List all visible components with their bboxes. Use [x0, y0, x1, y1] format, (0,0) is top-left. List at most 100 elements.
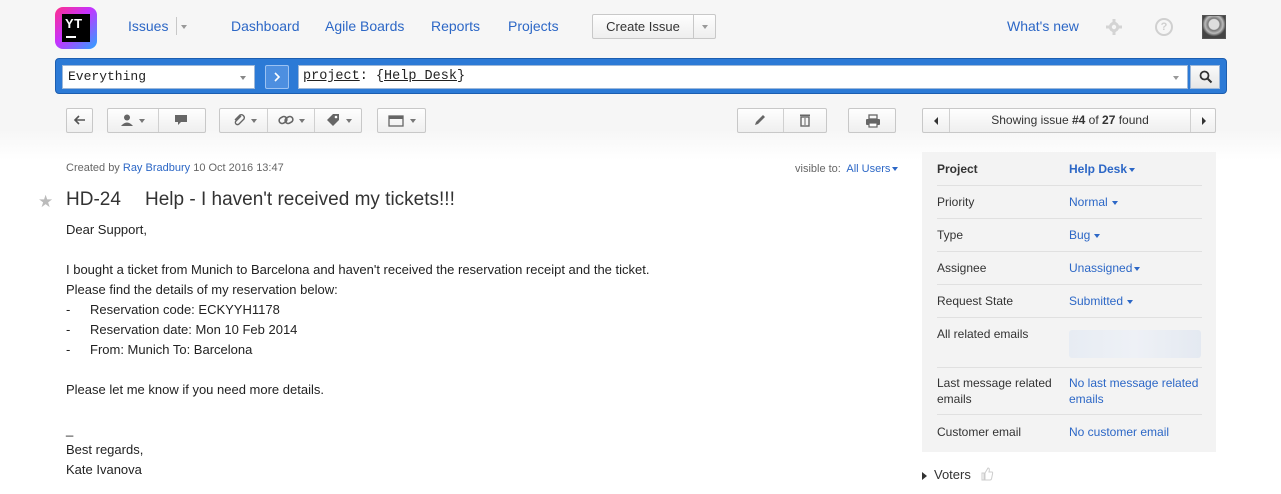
desc-bullet: - Reservation code: ECKYYH1178 [66, 300, 649, 320]
issues-dropdown-caret-icon[interactable] [181, 25, 187, 29]
star-icon[interactable]: ★ [38, 192, 53, 212]
field-label: Priority [937, 195, 975, 209]
visibility-select[interactable]: All Users [846, 163, 899, 175]
tag-icon [327, 114, 339, 126]
user-avatar[interactable] [1202, 15, 1226, 39]
query-dropdown-caret-icon[interactable] [1173, 76, 1179, 80]
link-icon [278, 115, 294, 125]
logo-text: YT [65, 16, 83, 31]
attach-button[interactable] [220, 109, 267, 132]
field-label: Assignee [937, 261, 987, 275]
thumbs-up-icon[interactable] [980, 467, 994, 481]
bullet-text: From: Munich To: Barcelona [90, 342, 253, 357]
field-label: Last message related emails [937, 376, 1052, 406]
nav-projects[interactable]: Projects [508, 18, 559, 34]
customer-email-value[interactable]: No customer email [1069, 424, 1169, 440]
visibility-value: All Users [846, 163, 891, 175]
field-priority: Priority Normal [937, 186, 1202, 219]
pager-suffix: found [1115, 113, 1149, 127]
bullet-dash: - [66, 322, 71, 337]
chevron-down-icon [251, 119, 257, 123]
request-state-select[interactable]: Submitted [1069, 293, 1134, 309]
field-label: Type [937, 228, 964, 242]
query-value: Help Desk [384, 69, 457, 84]
chevron-down-icon [240, 76, 246, 80]
chevron-down-icon [1134, 266, 1141, 271]
field-label: Customer email [937, 425, 1022, 439]
field-assignee: Assignee Unassigned [937, 252, 1202, 285]
expand-arrow-icon [922, 471, 927, 480]
previous-issue-button[interactable] [923, 109, 949, 132]
desc-signature: Kate Ivanova [66, 462, 142, 477]
view-mode-button[interactable] [377, 108, 426, 133]
pager-prefix: Showing issue [991, 113, 1072, 127]
next-issue-button[interactable] [1191, 109, 1215, 132]
print-button[interactable] [848, 108, 896, 133]
nav-dashboard[interactable]: Dashboard [231, 18, 300, 34]
nav-reports[interactable]: Reports [431, 18, 480, 34]
top-navigation: YT Issues Dashboard Agile Boards Reports… [0, 0, 1281, 56]
gear-icon[interactable] [1105, 18, 1123, 36]
arrow-left-icon [73, 115, 85, 125]
edit-delete-group [737, 108, 827, 133]
field-label: Project [937, 162, 978, 176]
chevron-down-icon [299, 119, 305, 123]
field-type: Type Bug [937, 219, 1202, 252]
search-query-input[interactable]: project: {Help Desk} [298, 65, 1188, 89]
link-issue-button[interactable] [267, 109, 314, 132]
desc-bullet: - Reservation date: Mon 10 Feb 2014 [66, 320, 649, 340]
create-issue-dropdown[interactable] [693, 15, 715, 38]
window-icon [388, 115, 404, 127]
context-arrow-button[interactable] [265, 65, 289, 89]
back-button[interactable] [66, 108, 93, 133]
desc-underscore: _ [66, 422, 74, 437]
desc-greeting: Dear Support, [66, 222, 147, 237]
chevron-down-icon [139, 119, 145, 123]
project-select[interactable]: Help Desk [1069, 161, 1136, 177]
help-icon[interactable]: ? [1155, 18, 1173, 36]
related-emails-value[interactable] [1069, 330, 1201, 358]
edit-button[interactable] [738, 109, 783, 132]
field-last-message: Last message related emails No last mess… [937, 368, 1202, 415]
chevron-down-icon [1094, 233, 1101, 238]
delete-button[interactable] [783, 109, 826, 132]
chevron-down-icon [1127, 299, 1134, 304]
visibility: visible to: All Users [795, 163, 899, 175]
nav-issues[interactable]: Issues [128, 18, 168, 34]
voters-toggle[interactable]: Voters [922, 467, 994, 482]
youtrack-logo[interactable]: YT [55, 7, 97, 49]
field-value: Help Desk [1069, 162, 1128, 176]
search-context-select[interactable]: Everything [62, 65, 255, 89]
comment-icon [175, 115, 187, 125]
attach-link-tag-group [219, 108, 362, 133]
type-select[interactable]: Bug [1069, 227, 1101, 243]
create-issue-button-group: Create Issue [592, 14, 716, 39]
desc-line: Please let me know if you need more deta… [66, 382, 324, 397]
chevron-right-icon [274, 72, 281, 82]
people-comment-group [107, 108, 206, 133]
pager-middle: of [1085, 113, 1103, 127]
issue-summary[interactable]: Help - I haven't received my tickets!!! [145, 189, 455, 211]
comment-button[interactable] [158, 109, 205, 132]
chevron-down-icon [410, 119, 416, 123]
chevron-down-icon [702, 25, 708, 29]
created-date: 10 Oct 2016 13:47 [193, 162, 284, 174]
whats-new-link[interactable]: What's new [1007, 18, 1079, 34]
tag-button[interactable] [314, 109, 361, 132]
issue-description: Dear Support, I bought a ticket from Mun… [66, 220, 649, 480]
nav-separator [176, 17, 177, 35]
bullet-dash: - [66, 342, 71, 357]
field-value: Submitted [1069, 294, 1124, 308]
chevron-down-icon [1129, 167, 1136, 172]
search-button[interactable] [1190, 65, 1220, 89]
create-issue-button[interactable]: Create Issue [593, 15, 693, 38]
search-bar: Everything project: {Help Desk} [55, 58, 1227, 94]
assign-user-button[interactable] [108, 109, 158, 132]
issue-id: HD-24 [66, 189, 121, 210]
nav-agile-boards[interactable]: Agile Boards [325, 18, 404, 34]
last-message-value[interactable]: No last message related emails [1069, 375, 1204, 407]
assignee-select[interactable]: Unassigned [1069, 260, 1141, 276]
desc-closing: Best regards, [66, 442, 144, 457]
author-link[interactable]: Ray Bradbury [123, 162, 190, 174]
priority-select[interactable]: Normal [1069, 194, 1118, 210]
